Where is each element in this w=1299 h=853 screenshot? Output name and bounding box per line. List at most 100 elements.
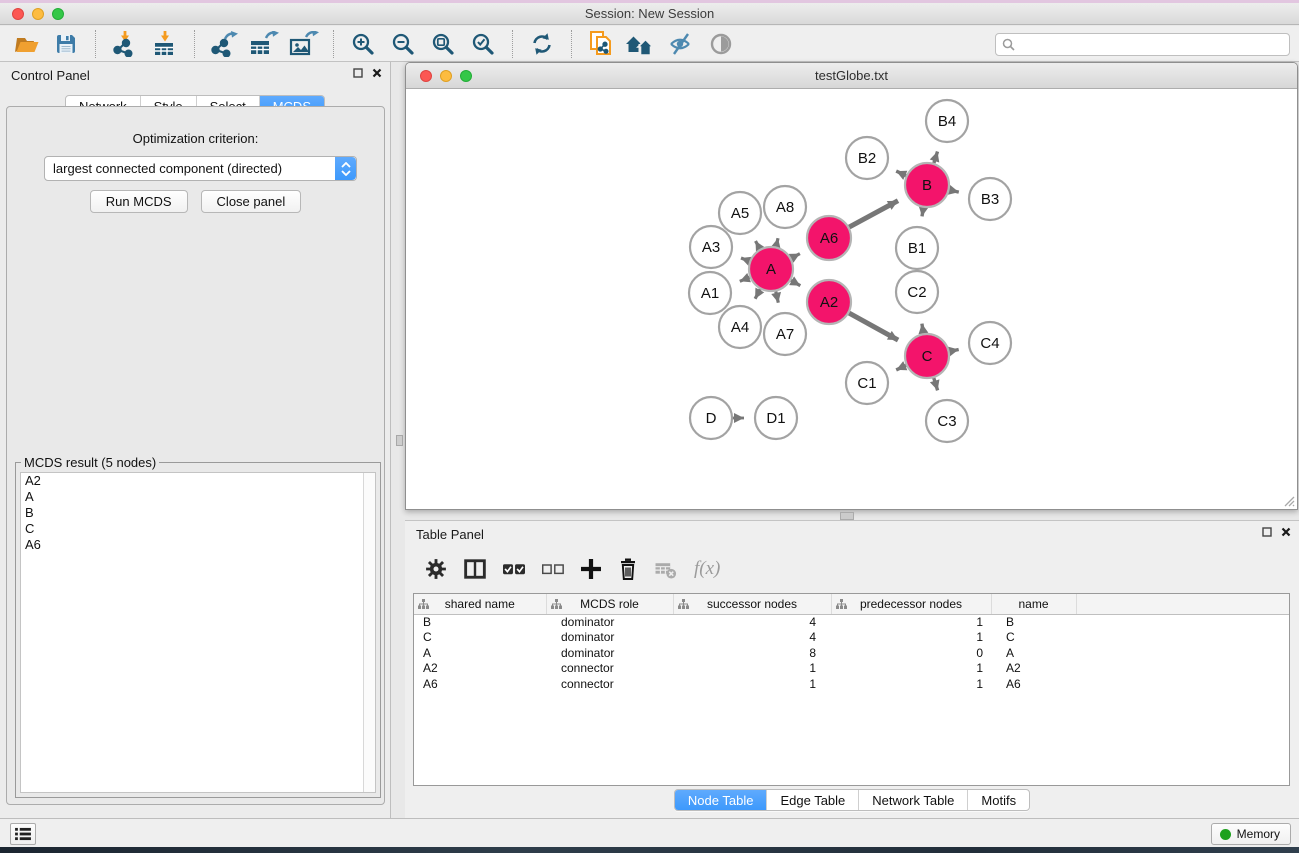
table-cell[interactable]: dominator (546, 646, 673, 662)
graph-node-C3[interactable]: C3 (926, 400, 968, 442)
add-column-button[interactable] (581, 559, 601, 579)
tab-motifs[interactable]: Motifs (967, 790, 1029, 810)
zoom-selected-button[interactable] (466, 28, 500, 60)
graph-node-D1[interactable]: D1 (755, 397, 797, 439)
graph-edge-C-C1[interactable] (896, 365, 906, 370)
import-network-button[interactable] (108, 28, 142, 60)
zoom-in-button[interactable] (346, 28, 380, 60)
graph-edge-A-A1[interactable] (740, 277, 750, 281)
graph-edge-A-A6[interactable] (791, 254, 800, 259)
table-row-a6[interactable]: A6connector11A6 (414, 677, 1289, 693)
table-cell[interactable]: A2 (991, 661, 1076, 677)
column-header-successor-nodes[interactable]: successor nodes (673, 594, 831, 614)
graph-node-B3[interactable]: B3 (969, 178, 1011, 220)
select-all-columns-button[interactable] (503, 564, 525, 575)
column-header-name[interactable]: name (991, 594, 1076, 614)
table-cell[interactable]: connector (546, 661, 673, 677)
graph-node-B1[interactable]: B1 (896, 227, 938, 269)
duplicate-network-button[interactable] (584, 28, 618, 60)
column-header-shared-name[interactable]: shared name (414, 594, 546, 614)
contrast-eye-button[interactable] (704, 28, 738, 60)
graph-edge-B-B1[interactable] (922, 208, 923, 217)
graph-node-C2[interactable]: C2 (896, 271, 938, 313)
close-panel-icon[interactable] (1281, 527, 1291, 537)
table-cell[interactable]: A6 (991, 677, 1076, 693)
result-item-c[interactable]: C (21, 521, 375, 537)
table-row-a2[interactable]: A2connector11A2 (414, 661, 1289, 677)
show-columns-button[interactable] (464, 559, 486, 579)
vertical-splitter-handle[interactable] (396, 435, 403, 446)
network-canvas[interactable]: B4B2BB3A5A8A6B1A3AA1C2A2A4A7C4CC1C3DD1 (406, 90, 1297, 509)
run-mcds-button[interactable]: Run MCDS (90, 190, 188, 213)
table-cell[interactable]: 1 (831, 661, 991, 677)
graph-edge-A6-B[interactable] (849, 201, 898, 227)
table-cell[interactable]: A (414, 646, 546, 662)
graph-node-A5[interactable]: A5 (719, 192, 761, 234)
horizontal-splitter-handle[interactable] (840, 512, 854, 520)
table-row-c[interactable]: Cdominator41C (414, 630, 1289, 646)
zoom-fit-button[interactable] (426, 28, 460, 60)
graph-edge-A-A5[interactable] (756, 241, 760, 249)
table-cell[interactable]: C (991, 630, 1076, 646)
graph-node-A[interactable]: A (749, 247, 793, 291)
graph-node-A6[interactable]: A6 (807, 216, 851, 260)
export-network-button[interactable] (207, 28, 241, 60)
graph-node-B4[interactable]: B4 (926, 100, 968, 142)
graph-edge-C-C4[interactable] (950, 350, 959, 352)
search-box[interactable] (995, 33, 1290, 56)
table-settings-button[interactable] (425, 558, 447, 580)
table-cell[interactable]: 1 (673, 661, 831, 677)
graph-node-A3[interactable]: A3 (690, 226, 732, 268)
result-item-a6[interactable]: A6 (21, 537, 375, 553)
graph-node-A4[interactable]: A4 (719, 306, 761, 348)
table-cell[interactable]: A (991, 646, 1076, 662)
table-cell[interactable]: 1 (831, 630, 991, 646)
graph-node-D[interactable]: D (690, 397, 732, 439)
graph-node-A1[interactable]: A1 (689, 272, 731, 314)
home-view-button[interactable] (624, 28, 658, 60)
graph-node-A8[interactable]: A8 (764, 186, 806, 228)
graph-edge-B-B2[interactable] (896, 171, 906, 176)
delete-table-button[interactable] (655, 560, 677, 579)
tab-edge-table[interactable]: Edge Table (766, 790, 858, 810)
table-cell[interactable]: 1 (831, 614, 991, 630)
graph-edge-A-A2[interactable] (791, 280, 800, 285)
graph-edge-A2-C[interactable] (849, 313, 898, 340)
table-cell[interactable]: dominator (546, 614, 673, 630)
graph-node-C4[interactable]: C4 (969, 322, 1011, 364)
table-cell[interactable]: A6 (414, 677, 546, 693)
open-session-button[interactable] (9, 28, 43, 60)
graph-node-B2[interactable]: B2 (846, 137, 888, 179)
column-header-predecessor-nodes[interactable]: predecessor nodes (831, 594, 991, 614)
task-history-button[interactable] (10, 823, 36, 845)
export-table-button[interactable] (247, 28, 281, 60)
close-panel-icon[interactable] (372, 68, 382, 78)
graph-edge-B-B4[interactable] (934, 152, 938, 164)
table-cell[interactable]: connector (546, 677, 673, 693)
export-image-button[interactable] (287, 28, 321, 60)
table-row-a[interactable]: Adominator80A (414, 646, 1289, 662)
save-session-button[interactable] (49, 28, 83, 60)
table-row-b[interactable]: Bdominator41B (414, 614, 1289, 630)
zoom-out-button[interactable] (386, 28, 420, 60)
graph-edge-A-A8[interactable] (776, 238, 778, 246)
import-table-button[interactable] (148, 28, 182, 60)
graph-node-C1[interactable]: C1 (846, 362, 888, 404)
table-cell[interactable]: 4 (673, 630, 831, 646)
result-item-b[interactable]: B (21, 505, 375, 521)
refresh-button[interactable] (525, 28, 559, 60)
graph-edge-C-C2[interactable] (922, 324, 924, 334)
graph-node-C[interactable]: C (905, 334, 949, 378)
table-cell[interactable]: 8 (673, 646, 831, 662)
graph-node-B[interactable]: B (905, 163, 949, 207)
tab-node-table[interactable]: Node Table (675, 790, 767, 810)
graph-node-A7[interactable]: A7 (764, 313, 806, 355)
unselect-all-columns-button[interactable] (542, 564, 564, 575)
table-cell[interactable]: 4 (673, 614, 831, 630)
toggle-graphics-details-button[interactable] (664, 28, 698, 60)
delete-columns-button[interactable] (618, 558, 638, 580)
table-cell[interactable]: 1 (673, 677, 831, 693)
result-item-a2[interactable]: A2 (21, 473, 375, 489)
graph-edge-C-C3[interactable] (934, 378, 938, 390)
table-cell[interactable]: dominator (546, 630, 673, 646)
